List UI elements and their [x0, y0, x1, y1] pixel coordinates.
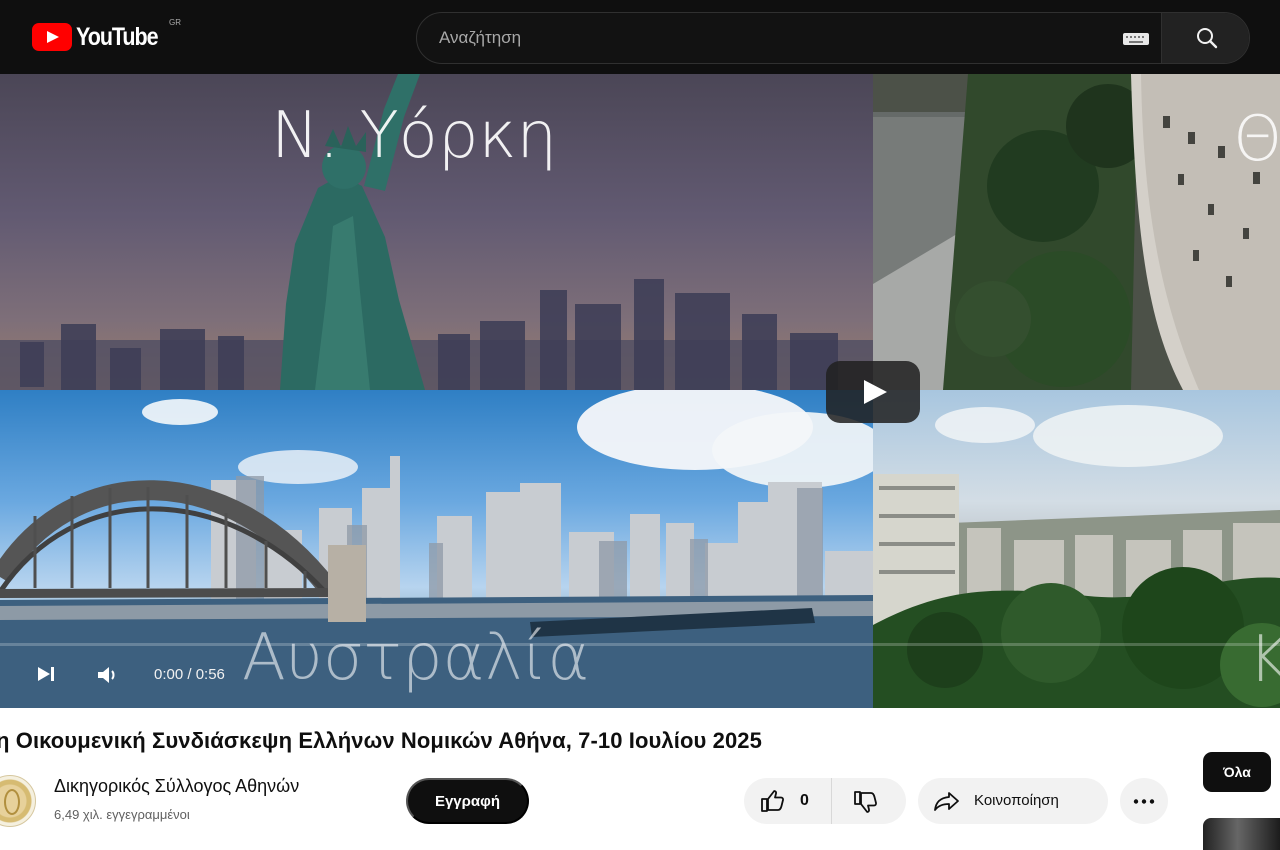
like-count: 0: [800, 792, 809, 809]
athens-label-partial: Κ: [1248, 623, 1280, 697]
all-filter-chip[interactable]: Όλα: [1203, 752, 1271, 792]
thessaloniki-label-partial: Θ: [1233, 102, 1280, 175]
volume-icon[interactable]: [96, 664, 120, 686]
share-button[interactable]: Κοινοποίηση: [918, 778, 1108, 824]
recommendation-thumbnail[interactable]: [1203, 818, 1280, 850]
more-actions-button[interactable]: [1120, 778, 1168, 824]
new-york-label: Ν. Υόρκη: [271, 99, 557, 173]
country-code: GR: [169, 18, 181, 27]
youtube-header: YouTube GR: [0, 0, 1280, 74]
share-label: Κοινοποίηση: [974, 792, 1059, 809]
youtube-logo-icon: [32, 23, 72, 51]
like-button[interactable]: 0: [744, 778, 832, 824]
video-title: η Οικουμενική Συνδιάσκεψη Ελλήνων Νομικώ…: [0, 728, 762, 753]
channel-name[interactable]: Δικηγορικός Σύλλογος Αθηνών: [54, 776, 299, 797]
thessaloniki-video-panel: Θ: [873, 74, 1280, 390]
youtube-logo-text: YouTube: [76, 22, 159, 51]
athens-video-panel: Κ: [873, 390, 1280, 708]
video-player[interactable]: Ν. Υόρκη Θ Αυστραλία Κ 0:00 / 0:56: [0, 74, 1280, 708]
time-display: 0:00 / 0:56: [154, 666, 225, 683]
search-input[interactable]: [417, 13, 1161, 63]
youtube-logo-link[interactable]: YouTube GR: [32, 18, 181, 52]
share-icon: [934, 792, 959, 811]
channel-avatar[interactable]: [0, 775, 36, 827]
athens-scene-graphic: [873, 405, 1280, 708]
more-horizontal-icon: [1133, 799, 1155, 804]
like-dislike-group: 0: [744, 778, 906, 824]
new-york-video-panel: Ν. Υόρκη: [0, 74, 873, 390]
video-progress-bar[interactable]: [0, 643, 1280, 646]
thumbs-up-icon: [761, 790, 784, 812]
player-controls: 0:00 / 0:56: [0, 650, 800, 702]
next-icon[interactable]: [36, 664, 56, 684]
search-button[interactable]: [1161, 13, 1249, 63]
subscribe-button[interactable]: Εγγραφή: [406, 778, 529, 824]
dislike-button[interactable]: [832, 778, 906, 824]
keyboard-icon[interactable]: [1123, 33, 1149, 45]
search-icon: [1197, 28, 1218, 49]
search-box: [416, 12, 1250, 64]
subscriber-count: 6,49 χιλ. εγγεγραμμένοι: [54, 807, 190, 822]
play-button[interactable]: [826, 361, 920, 423]
thumbs-down-icon: [854, 791, 877, 813]
thessaloniki-scene-graphic: [873, 74, 1280, 390]
